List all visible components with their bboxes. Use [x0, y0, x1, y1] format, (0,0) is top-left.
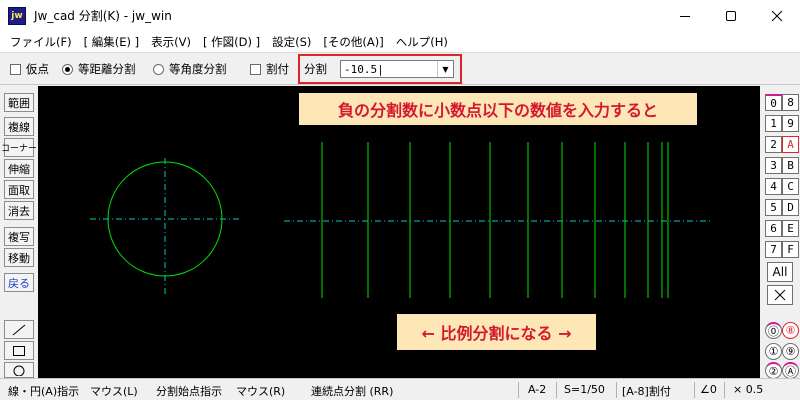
rectangle-icon: [13, 345, 25, 356]
waritsuke-label: 割付: [266, 62, 289, 76]
layer-0-button[interactable]: ⓪: [765, 322, 782, 339]
karite-label: 仮点: [26, 62, 49, 76]
division-lines: [321, 142, 669, 298]
equal-angle-label: 等角度分割: [169, 62, 227, 76]
status-layer[interactable]: A-2: [528, 383, 546, 396]
cross-icon: [774, 289, 786, 301]
circle-tool-button[interactable]: [4, 362, 34, 378]
layer-group-5[interactable]: 5: [765, 199, 782, 216]
app-icon[interactable]: jw: [8, 6, 26, 25]
right-layer-panel: 0 8 1 9 2 A 3 B 4 C 5 D 6 E 7 F ⓪ ⑧ ① ⑨ …: [760, 86, 800, 379]
status-mode[interactable]: [A-8]割付: [622, 383, 671, 399]
erase-button[interactable]: 消去: [4, 201, 34, 220]
radio-dot: [62, 63, 73, 75]
close-button[interactable]: [754, 0, 800, 31]
menu-file[interactable]: ファイル(F): [4, 34, 78, 50]
equal-distance-radio[interactable]: 等距離分割: [62, 61, 136, 77]
window-controls: [662, 0, 800, 31]
layer-group-3[interactable]: 3: [765, 157, 782, 174]
status-zoom[interactable]: × 0.5: [733, 383, 763, 396]
status-separator: [556, 382, 557, 398]
rectangle-tool-button[interactable]: [4, 341, 34, 360]
layer-group-2[interactable]: 2: [765, 136, 782, 153]
drawing-canvas[interactable]: 負の分割数に小数点以下の数値を入力すると ← 比例分割になる →: [38, 86, 760, 378]
layer-group-8[interactable]: 8: [782, 94, 799, 111]
status-separator: [724, 382, 725, 398]
window-title: Jw_cad 分割(K) - jw_win: [34, 9, 172, 23]
range-button[interactable]: 範囲: [4, 93, 34, 112]
close-icon: [771, 10, 783, 21]
menu-settings[interactable]: 設定(S): [266, 34, 317, 50]
maximize-icon: [726, 10, 736, 21]
layer-group-f[interactable]: F: [782, 241, 799, 258]
maximize-button[interactable]: [708, 0, 754, 31]
minimize-button[interactable]: [662, 0, 708, 31]
dropdown-arrow-icon[interactable]: ▼: [437, 61, 453, 77]
layer-a-button[interactable]: Ⓐ: [782, 362, 799, 379]
menu-draw[interactable]: [ 作図(D) ]: [197, 34, 266, 50]
equal-angle-radio[interactable]: 等角度分割: [153, 61, 227, 77]
menu-view[interactable]: 表示(V): [145, 34, 197, 50]
layer-group-a[interactable]: A: [782, 136, 799, 153]
status-hint-continuous: 連続点分割 (RR): [311, 385, 394, 398]
chamfer-button[interactable]: 面取: [4, 180, 34, 199]
menu-help[interactable]: ヘルプ(H): [390, 34, 454, 50]
menu-other[interactable]: [その他(A)]: [317, 34, 389, 50]
status-mouse-right: マウス(R): [236, 385, 286, 398]
title-bar: jw Jw_cad 分割(K) - jw_win: [0, 0, 800, 31]
layer-group-6[interactable]: 6: [765, 220, 782, 237]
division-count-value[interactable]: -10.5|: [341, 63, 437, 76]
left-command-panel: 範囲 複線 コーナー 伸縮 面取 消去 複写 移動 戻る: [0, 86, 38, 378]
layer-group-1[interactable]: 1: [765, 115, 782, 132]
equal-distance-label: 等距離分割: [78, 62, 136, 76]
line-tool-button[interactable]: [4, 320, 34, 339]
checkbox-box: [10, 63, 21, 75]
copy-button[interactable]: 複写: [4, 227, 34, 246]
layer-8-button[interactable]: ⑧: [782, 322, 799, 339]
layer-group-b[interactable]: B: [782, 157, 799, 174]
menu-bar: ファイル(F) [ 編集(E) ] 表示(V) [ 作図(D) ] 設定(S) …: [0, 31, 800, 53]
status-bar: 線・円(A)指示 マウス(L) 分割始点指示 マウス(R) 連続点分割 (RR)…: [0, 378, 800, 400]
layer-cross-button[interactable]: [767, 285, 793, 305]
annotation-top: 負の分割数に小数点以下の数値を入力すると: [299, 93, 697, 125]
status-scale[interactable]: S=1/50: [564, 383, 605, 396]
status-separator: [518, 382, 519, 398]
checkbox-box: [250, 63, 261, 75]
offset-button[interactable]: 複線: [4, 117, 34, 136]
circle-icon: [13, 365, 25, 376]
status-separator: [694, 382, 695, 398]
all-layers-button[interactable]: All: [767, 262, 793, 282]
layer-group-c[interactable]: C: [782, 178, 799, 195]
karite-checkbox[interactable]: 仮点: [10, 61, 49, 77]
line-icon: [12, 324, 26, 335]
status-separator: [616, 382, 617, 398]
status-hint-secondary: 分割始点指示: [156, 385, 222, 398]
layer-2-button[interactable]: ②: [765, 362, 782, 379]
corner-button[interactable]: コーナー: [1, 138, 37, 157]
layer-group-7[interactable]: 7: [765, 241, 782, 258]
waritsuke-checkbox[interactable]: 割付: [250, 61, 289, 77]
app-icon-text: jw: [11, 10, 23, 21]
layer-group-d[interactable]: D: [782, 199, 799, 216]
layer-group-e[interactable]: E: [782, 220, 799, 237]
status-hint-primary: 線・円(A)指示: [8, 385, 80, 398]
stretch-button[interactable]: 伸縮: [4, 159, 34, 178]
layer-1-button[interactable]: ①: [765, 343, 782, 360]
division-count-combo[interactable]: -10.5| ▼: [340, 60, 454, 78]
layer-group-0[interactable]: 0: [765, 94, 782, 111]
layer-9-button[interactable]: ⑨: [782, 343, 799, 360]
menu-edit[interactable]: [ 編集(E) ]: [78, 34, 146, 50]
layer-group-4[interactable]: 4: [765, 178, 782, 195]
undo-button[interactable]: 戻る: [4, 273, 34, 292]
layer-group-9[interactable]: 9: [782, 115, 799, 132]
radio-dot: [153, 63, 164, 75]
minimize-icon: [680, 15, 690, 17]
status-angle[interactable]: ∠0: [700, 383, 717, 396]
status-mouse-left: マウス(L): [90, 385, 138, 398]
annotation-bottom: ← 比例分割になる →: [397, 314, 596, 350]
move-button[interactable]: 移動: [4, 248, 34, 267]
